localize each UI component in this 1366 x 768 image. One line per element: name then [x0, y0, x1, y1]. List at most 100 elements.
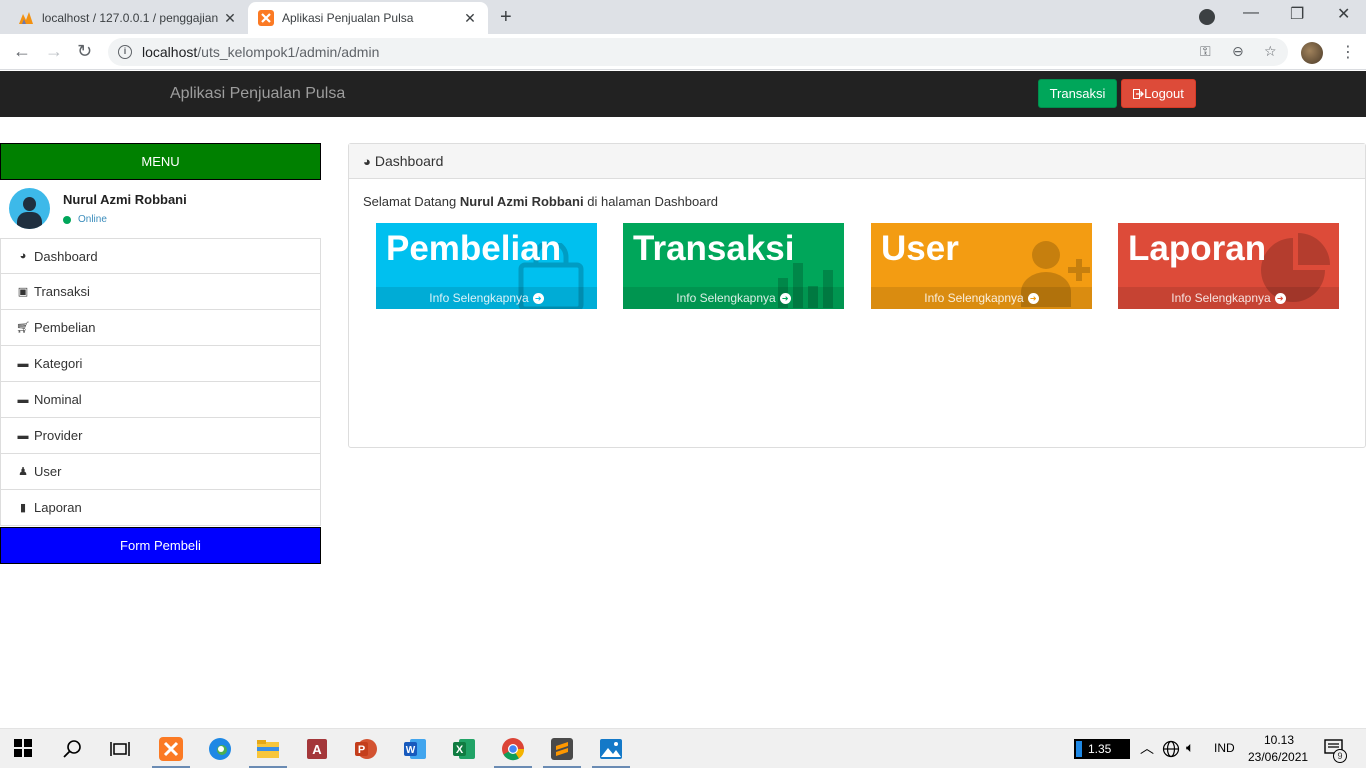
xampp-icon [258, 10, 274, 26]
box-footer-link[interactable]: Info Selengkapnya ➜ [376, 287, 597, 309]
bookmark-star-icon[interactable]: ☆ [1264, 43, 1277, 60]
clock-time[interactable]: 10.13 [1264, 733, 1294, 747]
box-title: Laporan [1128, 229, 1267, 268]
edge-icon[interactable] [208, 737, 232, 761]
address-bar[interactable]: i localhost/uts_kelompok1/admin/admin [108, 38, 1288, 66]
arrow-circle-right-icon: ➜ [779, 292, 791, 304]
sidebar-item-provider[interactable]: ▬ Provider [0, 418, 321, 454]
access-icon[interactable]: A [305, 737, 329, 761]
xampp-icon[interactable] [159, 737, 183, 761]
task-view-icon[interactable] [110, 739, 130, 759]
url-path: /uts_kelompok1/admin/admin [197, 44, 380, 60]
sidebar-item-label: Transaksi [34, 284, 90, 299]
restore-icon[interactable]: ❐ [1290, 4, 1304, 24]
close-icon[interactable]: ✕ [462, 10, 478, 27]
browser-tab-aplikasi[interactable]: Aplikasi Penjualan Pulsa ✕ [248, 2, 488, 34]
profile-avatar[interactable] [1301, 42, 1323, 64]
user-name: Nurul Azmi Robbani [63, 192, 187, 207]
url-host: localhost [142, 44, 198, 60]
sidebar-item-label: Laporan [34, 500, 82, 515]
box-transaksi[interactable]: Transaksi Info Selengkapnya ➜ [623, 223, 844, 309]
forward-icon[interactable]: → [45, 41, 63, 62]
online-dot-icon [63, 215, 71, 224]
box-title: Pembelian [386, 229, 562, 268]
cart-icon: 🛒︎ [16, 322, 30, 334]
sidebar-item-pembelian[interactable]: 🛒︎ Pembelian [0, 310, 321, 346]
key-icon[interactable]: ⚿ [1200, 43, 1211, 60]
logout-label: Logout [1144, 86, 1184, 101]
back-icon[interactable]: ← [13, 41, 31, 62]
chrome-icon[interactable] [501, 737, 525, 761]
close-icon[interactable]: ✕ [222, 10, 238, 27]
money-icon: ▣ [17, 286, 29, 298]
word-icon[interactable]: W [403, 737, 427, 761]
windows-start-icon[interactable] [14, 739, 32, 757]
box-pembelian[interactable]: Pembelian Info Selengkapnya ➜ [376, 223, 597, 309]
file-explorer-icon[interactable] [256, 737, 280, 761]
sidebar-item-kategori[interactable]: ▬ Kategori [0, 346, 321, 382]
user-secret-icon: ♟ [18, 466, 28, 478]
user-panel: Nurul Azmi Robbani Online [0, 180, 321, 238]
box-footer-link[interactable]: Info Selengkapnya ➜ [623, 287, 844, 309]
chevron-up-icon[interactable]: ︿ [1140, 738, 1154, 758]
box-footer-link[interactable]: Info Selengkapnya ➜ [871, 287, 1092, 309]
tab-title: Aplikasi Penjualan Pulsa [282, 11, 414, 25]
svg-text:W: W [406, 745, 416, 756]
sidebar-item-nominal[interactable]: ▬ Nominal [0, 382, 321, 418]
svg-text:P: P [358, 744, 365, 756]
info-icon[interactable]: i [118, 45, 132, 59]
transaksi-button[interactable]: Transaksi [1038, 79, 1117, 108]
box-link-label: Info Selengkapnya [429, 291, 529, 305]
dashboard-icon: ◕ [19, 250, 27, 262]
welcome-name: Nurul Azmi Robbani [459, 194, 584, 209]
svg-text:X: X [456, 744, 464, 756]
reload-icon[interactable]: ↻ [77, 41, 92, 62]
app-navbar: Aplikasi Penjualan Pulsa Transaksi Logou… [0, 71, 1366, 117]
excel-icon[interactable]: X [452, 737, 476, 761]
folder-icon: ▬ [17, 393, 29, 406]
box-laporan[interactable]: Laporan Info Selengkapnya ➜ [1118, 223, 1339, 309]
new-tab-icon[interactable]: + [500, 6, 512, 29]
logout-button[interactable]: Logout [1121, 79, 1196, 108]
panel-title: Dashboard [374, 153, 444, 169]
box-footer-link[interactable]: Info Selengkapnya ➜ [1118, 287, 1339, 309]
windows-taskbar: A P W X 1.35 ︿ 🔈︎ IND 10.13 23/06/2021 9 [0, 728, 1366, 768]
welcome-text: Selamat Datang Nurul Azmi Robbani di hal… [363, 194, 718, 209]
app-brand[interactable]: Aplikasi Penjualan Pulsa [170, 85, 345, 103]
battery-widget[interactable]: 1.35 [1074, 739, 1130, 759]
volume-icon[interactable]: 🔈︎ [1186, 739, 1194, 756]
language-indicator[interactable]: IND [1214, 741, 1235, 755]
sidebar-item-laporan[interactable]: ▮ Laporan [0, 490, 321, 526]
photos-icon[interactable] [599, 737, 623, 761]
menu-kebab-icon[interactable]: ⋮ [1340, 42, 1356, 62]
minimize-icon[interactable]: — [1243, 4, 1259, 22]
user-avatar [9, 188, 50, 229]
box-link-label: Info Selengkapnya [1171, 291, 1271, 305]
form-pembeli-button[interactable]: Form Pembeli [0, 527, 321, 564]
box-link-label: Info Selengkapnya [924, 291, 1024, 305]
zoom-icon[interactable]: ⊖ [1232, 43, 1244, 60]
sidebar-item-transaksi[interactable]: ▣ Transaksi [0, 274, 321, 310]
search-icon[interactable] [62, 739, 82, 759]
powerpoint-icon[interactable]: P [354, 737, 378, 761]
sidebar-item-label: Kategori [34, 356, 83, 371]
box-user[interactable]: User Info Selengkapnya ➜ [871, 223, 1092, 309]
sidebar-item-user[interactable]: ♟ User [0, 454, 321, 490]
clock-date[interactable]: 23/06/2021 [1248, 750, 1308, 764]
network-globe-icon[interactable] [1162, 740, 1180, 758]
window-close-icon[interactable]: ✕ [1337, 4, 1350, 24]
file-icon: ▮ [19, 502, 27, 514]
arrow-circle-right-icon: ➜ [532, 292, 544, 304]
sidebar-item-label: Dashboard [34, 248, 98, 264]
tab-search-icon[interactable] [1199, 9, 1215, 25]
box-title: Transaksi [633, 229, 795, 268]
folder-icon: ▬ [17, 357, 29, 370]
arrow-circle-right-icon: ➜ [1274, 292, 1286, 304]
browser-tab-phpmyadmin[interactable]: localhost / 127.0.0.1 / penggajian ✕ [8, 2, 248, 34]
sidebar-item-dashboard[interactable]: ◕ Dashboard [0, 238, 321, 274]
notification-count: 9 [1333, 749, 1347, 763]
menu-header: MENU [0, 143, 321, 180]
browser-tab-strip: localhost / 127.0.0.1 / penggajian ✕ Apl… [0, 0, 1366, 34]
browser-toolbar: ← → ↻ i localhost/uts_kelompok1/admin/ad… [0, 34, 1366, 70]
sublime-text-icon[interactable] [550, 737, 574, 761]
